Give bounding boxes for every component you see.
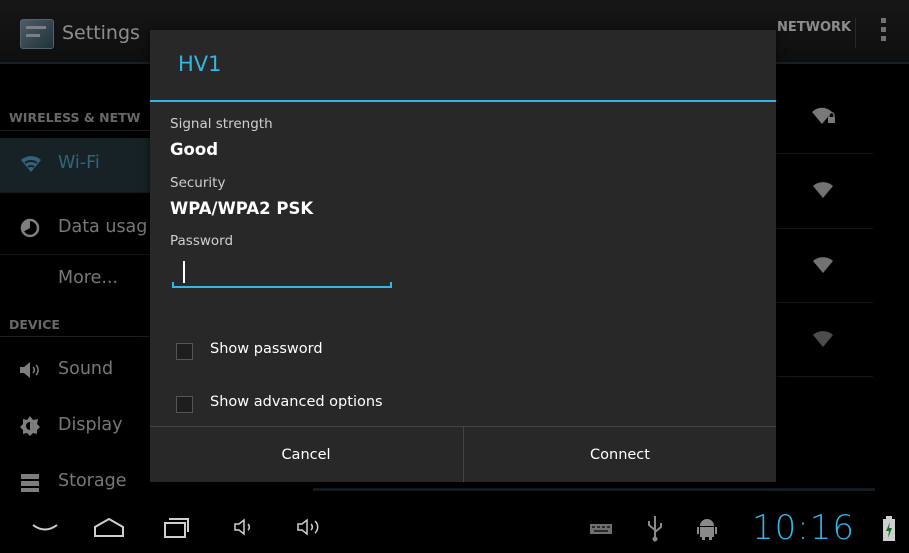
battery-charging-icon[interactable] bbox=[882, 516, 896, 542]
signal-strength-value: Good bbox=[170, 140, 219, 159]
keyboard-icon[interactable] bbox=[590, 524, 612, 534]
wifi-connect-dialog: HV1 Signal strength Good Security WPA/WP… bbox=[150, 30, 776, 482]
volume-up-icon[interactable] bbox=[296, 517, 326, 537]
input-underline-left-tick bbox=[172, 282, 174, 288]
android-debug-icon bbox=[697, 519, 717, 540]
input-underline-right-tick bbox=[390, 282, 392, 288]
usb-icon bbox=[648, 516, 662, 542]
connect-button[interactable]: Connect bbox=[464, 427, 776, 482]
show-password-row[interactable]: Show password bbox=[176, 338, 476, 364]
dialog-title-divider bbox=[150, 100, 776, 102]
screen: Settings NETWORK WIRELESS & NETW Wi-Fi D… bbox=[0, 0, 909, 553]
clock[interactable]: 10:16 bbox=[752, 508, 855, 548]
signal-strength-label: Signal strength bbox=[170, 116, 273, 132]
show-password-checkbox[interactable] bbox=[176, 343, 193, 360]
text-cursor bbox=[183, 261, 185, 283]
back-icon[interactable] bbox=[30, 520, 60, 536]
home-icon[interactable] bbox=[92, 516, 126, 538]
input-underline bbox=[172, 286, 392, 288]
security-value: WPA/WPA2 PSK bbox=[170, 199, 314, 218]
recent-apps-icon[interactable] bbox=[162, 515, 190, 539]
security-label: Security bbox=[170, 175, 226, 191]
volume-down-icon[interactable] bbox=[233, 517, 257, 537]
dialog-button-bar: Cancel Connect bbox=[150, 426, 776, 482]
system-bar: 10:16 bbox=[0, 503, 909, 553]
show-advanced-row[interactable]: Show advanced options bbox=[176, 391, 476, 417]
password-label: Password bbox=[170, 233, 234, 249]
password-input[interactable] bbox=[170, 254, 394, 294]
show-advanced-label: Show advanced options bbox=[210, 394, 383, 410]
dialog-title: HV1 bbox=[178, 52, 222, 76]
cancel-button[interactable]: Cancel bbox=[150, 427, 462, 482]
show-advanced-checkbox[interactable] bbox=[176, 396, 193, 413]
show-password-label: Show password bbox=[210, 341, 323, 357]
